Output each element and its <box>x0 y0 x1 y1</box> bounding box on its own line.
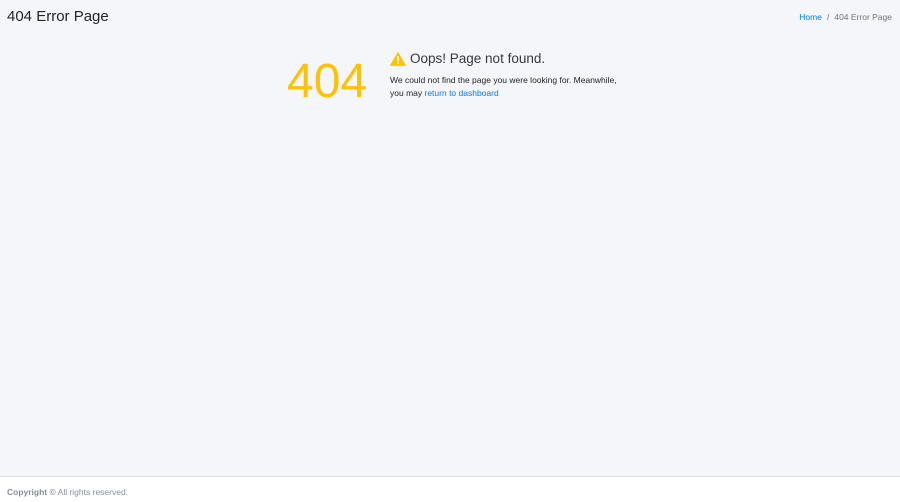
breadcrumb: Home / 404 Error Page <box>799 11 892 23</box>
page: 404 Error Page Home / 404 Error Page 404… <box>0 0 900 502</box>
footer: Copyright © All rights reserved. <box>0 476 900 502</box>
breadcrumb-separator: / <box>826 12 830 22</box>
error-content: Oops! Page not found. We could not find … <box>390 50 620 100</box>
breadcrumb-current: 404 Error Page <box>834 12 892 22</box>
error-title: Oops! Page not found. <box>390 50 620 68</box>
content-header: 404 Error Page Home / 404 Error Page <box>0 0 900 36</box>
error-title-text: Oops! Page not found. <box>410 51 546 66</box>
footer-rights: All rights reserved. <box>55 487 129 497</box>
breadcrumb-home-link[interactable]: Home <box>799 11 822 23</box>
footer-copyright: Copyright © <box>7 487 56 497</box>
return-to-dashboard-link[interactable]: return to dashboard <box>425 88 499 98</box>
error-page: 404 Oops! Page not found. We could not f… <box>287 50 617 110</box>
error-message: We could not find the page you were look… <box>390 74 620 100</box>
warning-triangle-icon <box>390 52 406 66</box>
error-code: 404 <box>287 55 368 108</box>
page-title: 404 Error Page <box>7 8 109 25</box>
